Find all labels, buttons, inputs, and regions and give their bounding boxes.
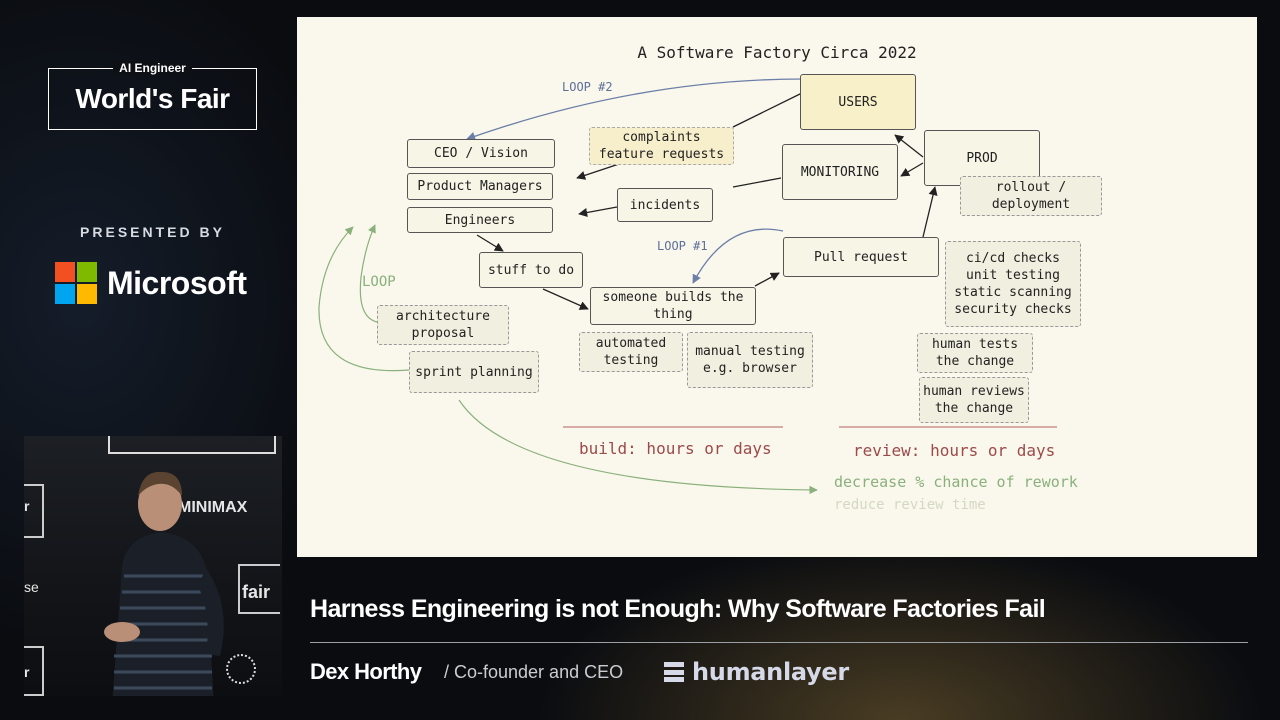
arrow-stuff-builds (542, 288, 589, 310)
node-automated-testing: automated testing (579, 332, 683, 372)
node-ceo: CEO / Vision (407, 139, 555, 168)
sponsor-name: Microsoft (107, 264, 247, 301)
node-stuff-to-do: stuff to do (479, 252, 583, 288)
node-human-tests: human tests the change (917, 333, 1033, 373)
speaker-video: r se r MINIMAX fair (24, 436, 282, 696)
arrow-pr-prod (922, 186, 938, 238)
node-manual-testing: manual testing e.g. browser (687, 332, 813, 388)
node-human-reviews: human reviews the change (919, 377, 1029, 423)
speaker-role: / Co-founder and CEO (444, 662, 624, 682)
label-loop1: LOOP #1 (657, 239, 708, 253)
node-complaints: complaints feature requests (589, 127, 734, 165)
backdrop-text-3: r (24, 664, 30, 680)
event-logo: AI Engineer World's Fair (48, 61, 257, 130)
node-pull-request: Pull request (783, 237, 939, 277)
arrow-incidents-engineers (578, 206, 618, 217)
arrow-users-complaints (732, 92, 803, 128)
microsoft-icon (55, 262, 97, 304)
company-name: humanlayer (692, 658, 849, 686)
node-engineers: Engineers (407, 207, 553, 233)
badge-icon (226, 654, 256, 684)
loop1-arrow (692, 228, 784, 284)
backdrop-text-2: se (24, 579, 39, 595)
label-reduce-review: reduce review time (834, 497, 986, 513)
company-logo: humanlayer (664, 658, 849, 686)
label-review-time: review: hours or days (853, 441, 1056, 460)
event-logo-small: AI Engineer (113, 61, 192, 75)
label-build-time: build: hours or days (579, 439, 772, 458)
node-someone-builds: someone builds the thing (590, 287, 756, 325)
arrow-monitoring-incidents (732, 177, 782, 188)
node-cicd-checks: ci/cd checks unit testing static scannin… (945, 241, 1081, 327)
arrow-builds-pr (754, 272, 780, 287)
humanlayer-icon (664, 662, 684, 682)
node-rollout: rollout / deployment (960, 176, 1102, 216)
node-incidents: incidents (617, 188, 713, 222)
slide-title: A Software Factory Circa 2022 (637, 43, 917, 62)
diagram-connectors (318, 78, 1057, 495)
node-users: USERS (800, 74, 916, 130)
arrow-prod-monitoring (900, 162, 924, 177)
presentation-slide: A Software Factory Circa 2022 USERS PROD… (297, 17, 1257, 557)
speaker-name: Dex Horthy (310, 659, 422, 684)
label-loop: LOOP (362, 274, 396, 290)
sponsor-logo: Microsoft (55, 262, 247, 304)
backdrop-text-1: r (24, 498, 30, 514)
node-monitoring: MONITORING (782, 144, 898, 200)
arrow-prod-users (894, 134, 924, 158)
node-architecture-proposal: architecture proposal (377, 305, 509, 345)
event-logo-title: World's Fair (75, 83, 230, 114)
node-product-managers: Product Managers (407, 173, 553, 200)
lower-third-divider (310, 642, 1248, 643)
presented-by-label: PRESENTED BY (80, 224, 225, 240)
node-sprint-planning: sprint planning (409, 351, 539, 393)
talk-title: Harness Engineering is not Enough: Why S… (310, 595, 1046, 623)
backdrop-frame (108, 436, 276, 454)
arrow-engineers-stuff (476, 234, 504, 252)
label-decrease-rework: decrease % chance of rework (834, 473, 1078, 491)
label-loop2: LOOP #2 (562, 80, 613, 94)
loop-arrow-outer (318, 226, 410, 372)
